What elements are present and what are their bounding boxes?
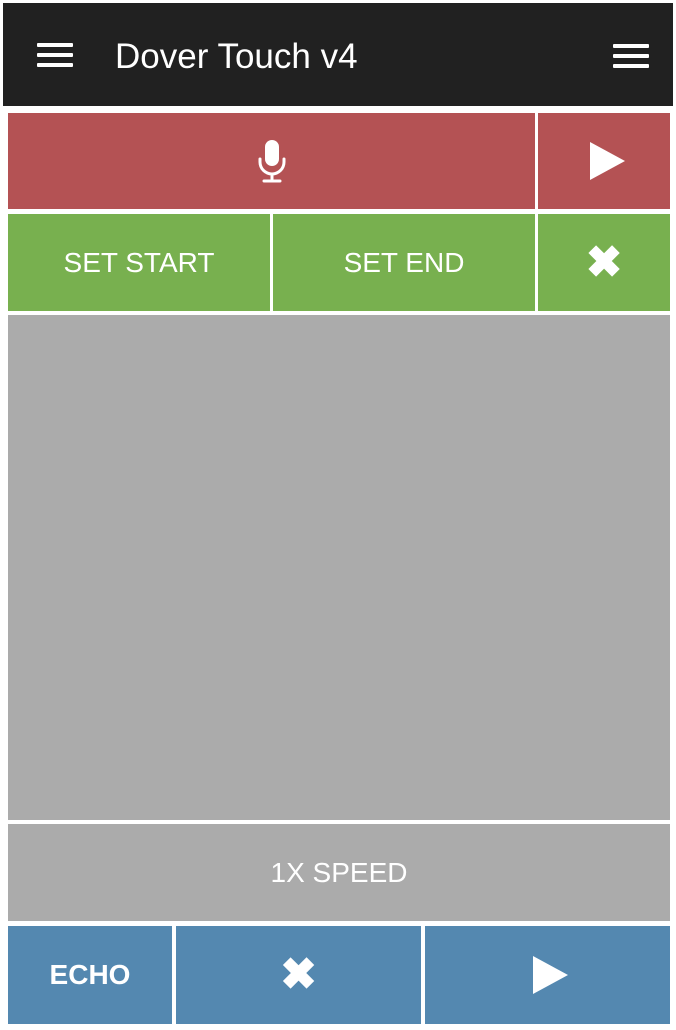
waveform-area[interactable] — [8, 315, 670, 820]
set-start-label: SET START — [63, 246, 215, 278]
hamburger-line — [37, 63, 73, 67]
app-title: Dover Touch v4 — [115, 37, 358, 76]
close-icon: ✖ — [585, 237, 623, 287]
clear-button[interactable]: ✖ — [176, 926, 421, 1024]
set-end-label: SET END — [343, 246, 465, 278]
echo-button[interactable]: ECHO — [8, 926, 172, 1024]
speed-button[interactable]: 1X SPEED — [8, 824, 670, 921]
hamburger-line — [613, 54, 649, 58]
right-menu-hamburger-icon[interactable] — [613, 44, 649, 68]
microphone-icon — [258, 140, 285, 183]
set-end-button[interactable]: SET END — [273, 214, 535, 311]
hamburger-line — [613, 64, 649, 68]
play-button[interactable] — [425, 926, 670, 1024]
app-bar: Dover Touch v4 — [3, 3, 673, 106]
left-menu-hamburger-icon[interactable] — [37, 43, 73, 67]
set-start-button[interactable]: SET START — [8, 214, 270, 311]
play-icon — [589, 142, 625, 180]
app-screen: Dover Touch v4 SET START SET END ✖ 1X SP… — [0, 0, 676, 1030]
speed-label: 1X SPEED — [270, 856, 408, 888]
close-icon: ✖ — [280, 950, 317, 999]
hamburger-line — [37, 53, 73, 57]
hamburger-line — [37, 43, 73, 47]
clear-loop-button[interactable]: ✖ — [538, 214, 670, 311]
hamburger-line — [613, 44, 649, 48]
play-icon — [533, 956, 568, 994]
echo-label: ECHO — [49, 959, 131, 990]
record-button[interactable] — [8, 113, 535, 209]
play-recording-button[interactable] — [538, 113, 670, 209]
